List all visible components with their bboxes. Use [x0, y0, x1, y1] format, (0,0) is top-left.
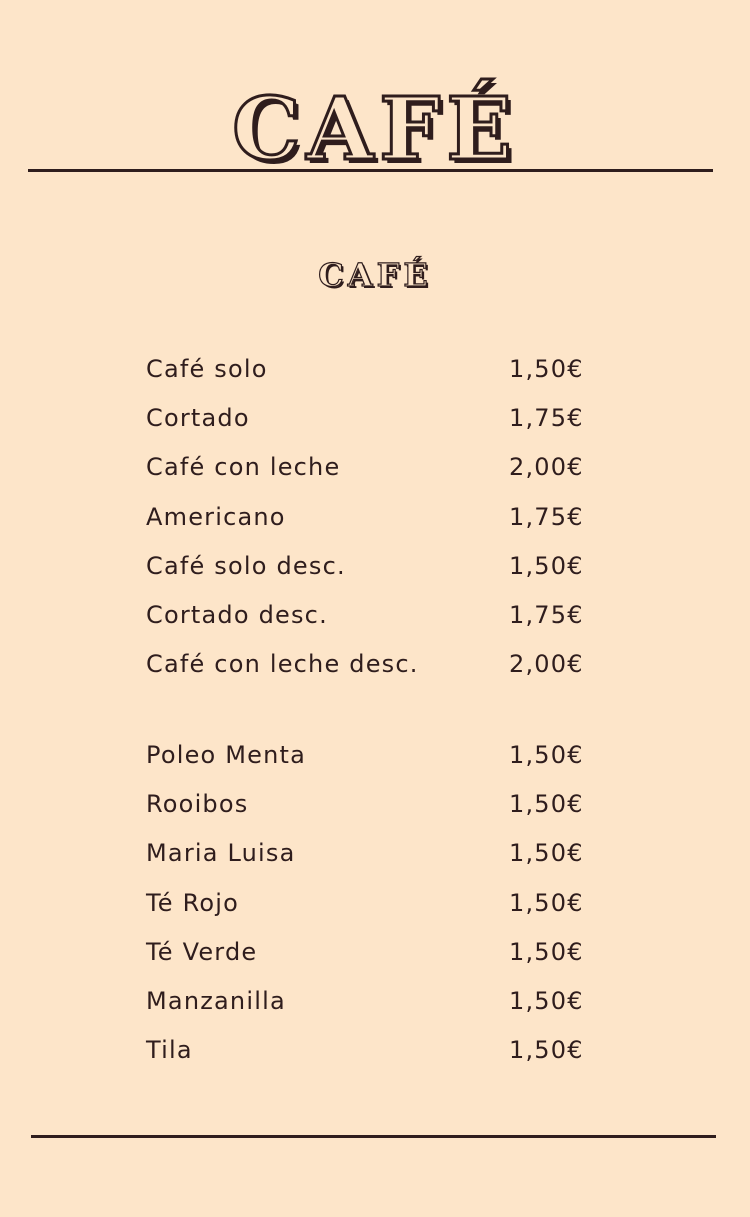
menu-item: Americano 1,75€	[146, 493, 606, 542]
coffee-list: Café solo 1,50€ Cortado 1,75€ Café con l…	[146, 345, 606, 689]
section-title: CAFÉ	[318, 255, 432, 294]
item-name: Cortado desc.	[146, 600, 328, 629]
item-price: 1,50€	[509, 741, 584, 769]
item-price: 1,50€	[509, 888, 584, 917]
item-name: Cortado	[146, 404, 250, 433]
item-name: Tila	[146, 1036, 193, 1065]
item-price: 1,50€	[509, 355, 584, 383]
page-title: CAFÉ	[231, 78, 518, 181]
item-name: Poleo Menta	[146, 741, 307, 769]
menu-item: Tila 1,50€	[146, 1026, 606, 1075]
bottom-divider	[31, 1135, 716, 1138]
item-name: Té Rojo	[146, 888, 240, 917]
item-price: 1,50€	[509, 986, 584, 1015]
menu-item: Café solo desc. 1,50€	[146, 542, 606, 591]
item-name: Americano	[146, 502, 286, 531]
menu-item: Café solo 1,50€	[146, 345, 606, 394]
top-divider	[28, 169, 713, 172]
item-name: Maria Luisa	[146, 839, 296, 868]
item-name: Rooibos	[146, 790, 249, 819]
item-price: 1,50€	[509, 839, 584, 868]
item-price: 1,75€	[509, 404, 584, 433]
menu-item: Té Rojo 1,50€	[146, 879, 606, 928]
menu-item: Té Verde 1,50€	[146, 928, 606, 977]
item-name: Café solo desc.	[146, 551, 346, 580]
item-price: 2,00€	[509, 650, 584, 679]
menu-page: CAFÉ CAFÉ Café solo 1,50€ Cortado 1,75€ …	[0, 0, 750, 1217]
menu-item: Café con leche 2,00€	[146, 443, 606, 492]
item-name: Café con leche desc.	[146, 650, 419, 679]
item-name: Manzanilla	[146, 986, 286, 1015]
menu-item: Rooibos 1,50€	[146, 780, 606, 829]
item-name: Té Verde	[146, 937, 258, 966]
item-price: 1,75€	[509, 600, 584, 629]
item-name: Café con leche	[146, 453, 341, 482]
item-price: 1,75€	[509, 502, 584, 531]
item-price: 1,50€	[509, 790, 584, 819]
menu-item: Cortado desc. 1,75€	[146, 591, 606, 640]
item-price: 2,00€	[509, 453, 584, 482]
item-price: 1,50€	[509, 1036, 584, 1065]
menu-item: Café con leche desc. 2,00€	[146, 640, 606, 689]
item-name: Café solo	[146, 355, 268, 383]
tea-list: Poleo Menta 1,50€ Rooibos 1,50€ Maria Lu…	[146, 731, 606, 1075]
menu-item: Cortado 1,75€	[146, 394, 606, 443]
menu-item: Manzanilla 1,50€	[146, 977, 606, 1026]
item-price: 1,50€	[509, 551, 584, 580]
item-price: 1,50€	[509, 937, 584, 966]
menu-item: Poleo Menta 1,50€	[146, 731, 606, 780]
menu-item: Maria Luisa 1,50€	[146, 829, 606, 878]
